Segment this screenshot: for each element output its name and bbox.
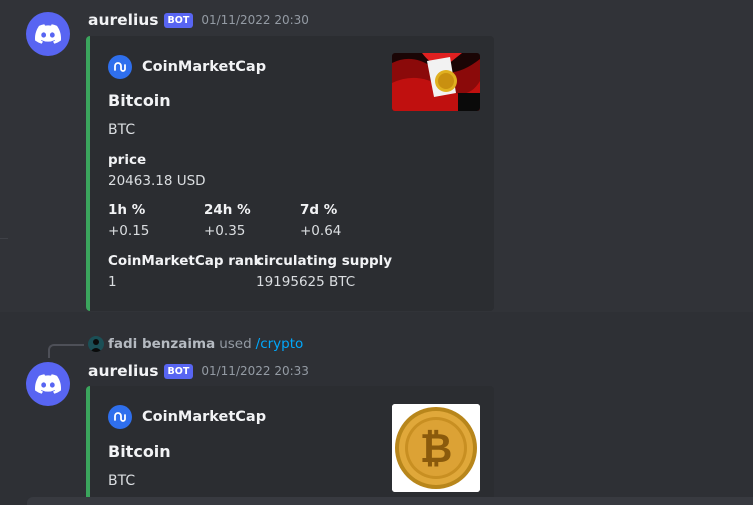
field-name-rank: CoinMarketCap rank: [108, 253, 263, 269]
embed-title: Bitcoin: [108, 91, 171, 110]
field-name-7d: 7d %: [300, 202, 338, 218]
provider-name[interactable]: CoinMarketCap: [142, 409, 266, 425]
field-value-7d: +0.64: [300, 223, 342, 239]
embed-provider: CoinMarketCap: [108, 55, 266, 79]
divider: [0, 238, 8, 239]
field-name-1h: 1h %: [108, 202, 146, 218]
coinmarketcap-icon: [108, 405, 132, 429]
bot-avatar[interactable]: [26, 12, 70, 56]
field-value-price: 20463.18 USD: [108, 173, 206, 189]
coinmarketcap-icon: [108, 55, 132, 79]
reply-used-text: used: [219, 336, 252, 352]
field-name-24h: 24h %: [204, 202, 251, 218]
field-name-price: price: [108, 152, 147, 168]
reply-avatar[interactable]: [88, 336, 104, 352]
reply-context[interactable]: fadi benzaima used /crypto: [88, 336, 303, 352]
message-header: aurelius BOT 01/11/2022 20:33: [88, 362, 309, 380]
field-value-rank: 1: [108, 274, 117, 290]
embed-thumbnail[interactable]: [392, 53, 480, 111]
username[interactable]: aurelius: [88, 362, 159, 380]
message-header: aurelius BOT 01/11/2022 20:30: [88, 11, 309, 29]
reply-spine: [48, 344, 84, 358]
field-value-1h: +0.15: [108, 223, 150, 239]
embed-description: BTC: [108, 122, 136, 138]
message-1: aurelius BOT 01/11/2022 20:30 CoinMarket…: [0, 0, 753, 312]
bitcoin-coin-image: ₿: [392, 404, 480, 492]
embed-title: Bitcoin: [108, 442, 171, 461]
embed-description: BTC: [108, 473, 136, 489]
embed: CoinMarketCap Bitcoin BTC ₿: [86, 386, 494, 505]
field-value-24h: +0.35: [204, 223, 246, 239]
username[interactable]: aurelius: [88, 11, 159, 29]
discord-logo-icon: [35, 374, 61, 394]
bitcoin-red-thumbnail-image: [392, 53, 480, 111]
message-input-edge: [27, 497, 753, 505]
reply-command-link[interactable]: /crypto: [256, 336, 304, 352]
bot-tag: BOT: [163, 12, 194, 28]
bot-avatar[interactable]: [26, 362, 70, 406]
embed-thumbnail[interactable]: ₿: [392, 404, 480, 492]
timestamp[interactable]: 01/11/2022 20:30: [201, 13, 309, 27]
reply-username[interactable]: fadi benzaima: [108, 336, 215, 352]
svg-text:₿: ₿: [420, 426, 453, 472]
field-value-supply: 19195625 BTC: [256, 274, 356, 290]
embed: CoinMarketCap Bitcoin BTC price 20463.18…: [86, 36, 494, 311]
embed-provider: CoinMarketCap: [108, 405, 266, 429]
field-name-supply: circulating supply: [256, 253, 393, 269]
provider-name[interactable]: CoinMarketCap: [142, 59, 266, 75]
timestamp[interactable]: 01/11/2022 20:33: [201, 364, 309, 378]
bot-tag: BOT: [163, 363, 194, 379]
discord-logo-icon: [35, 24, 61, 44]
